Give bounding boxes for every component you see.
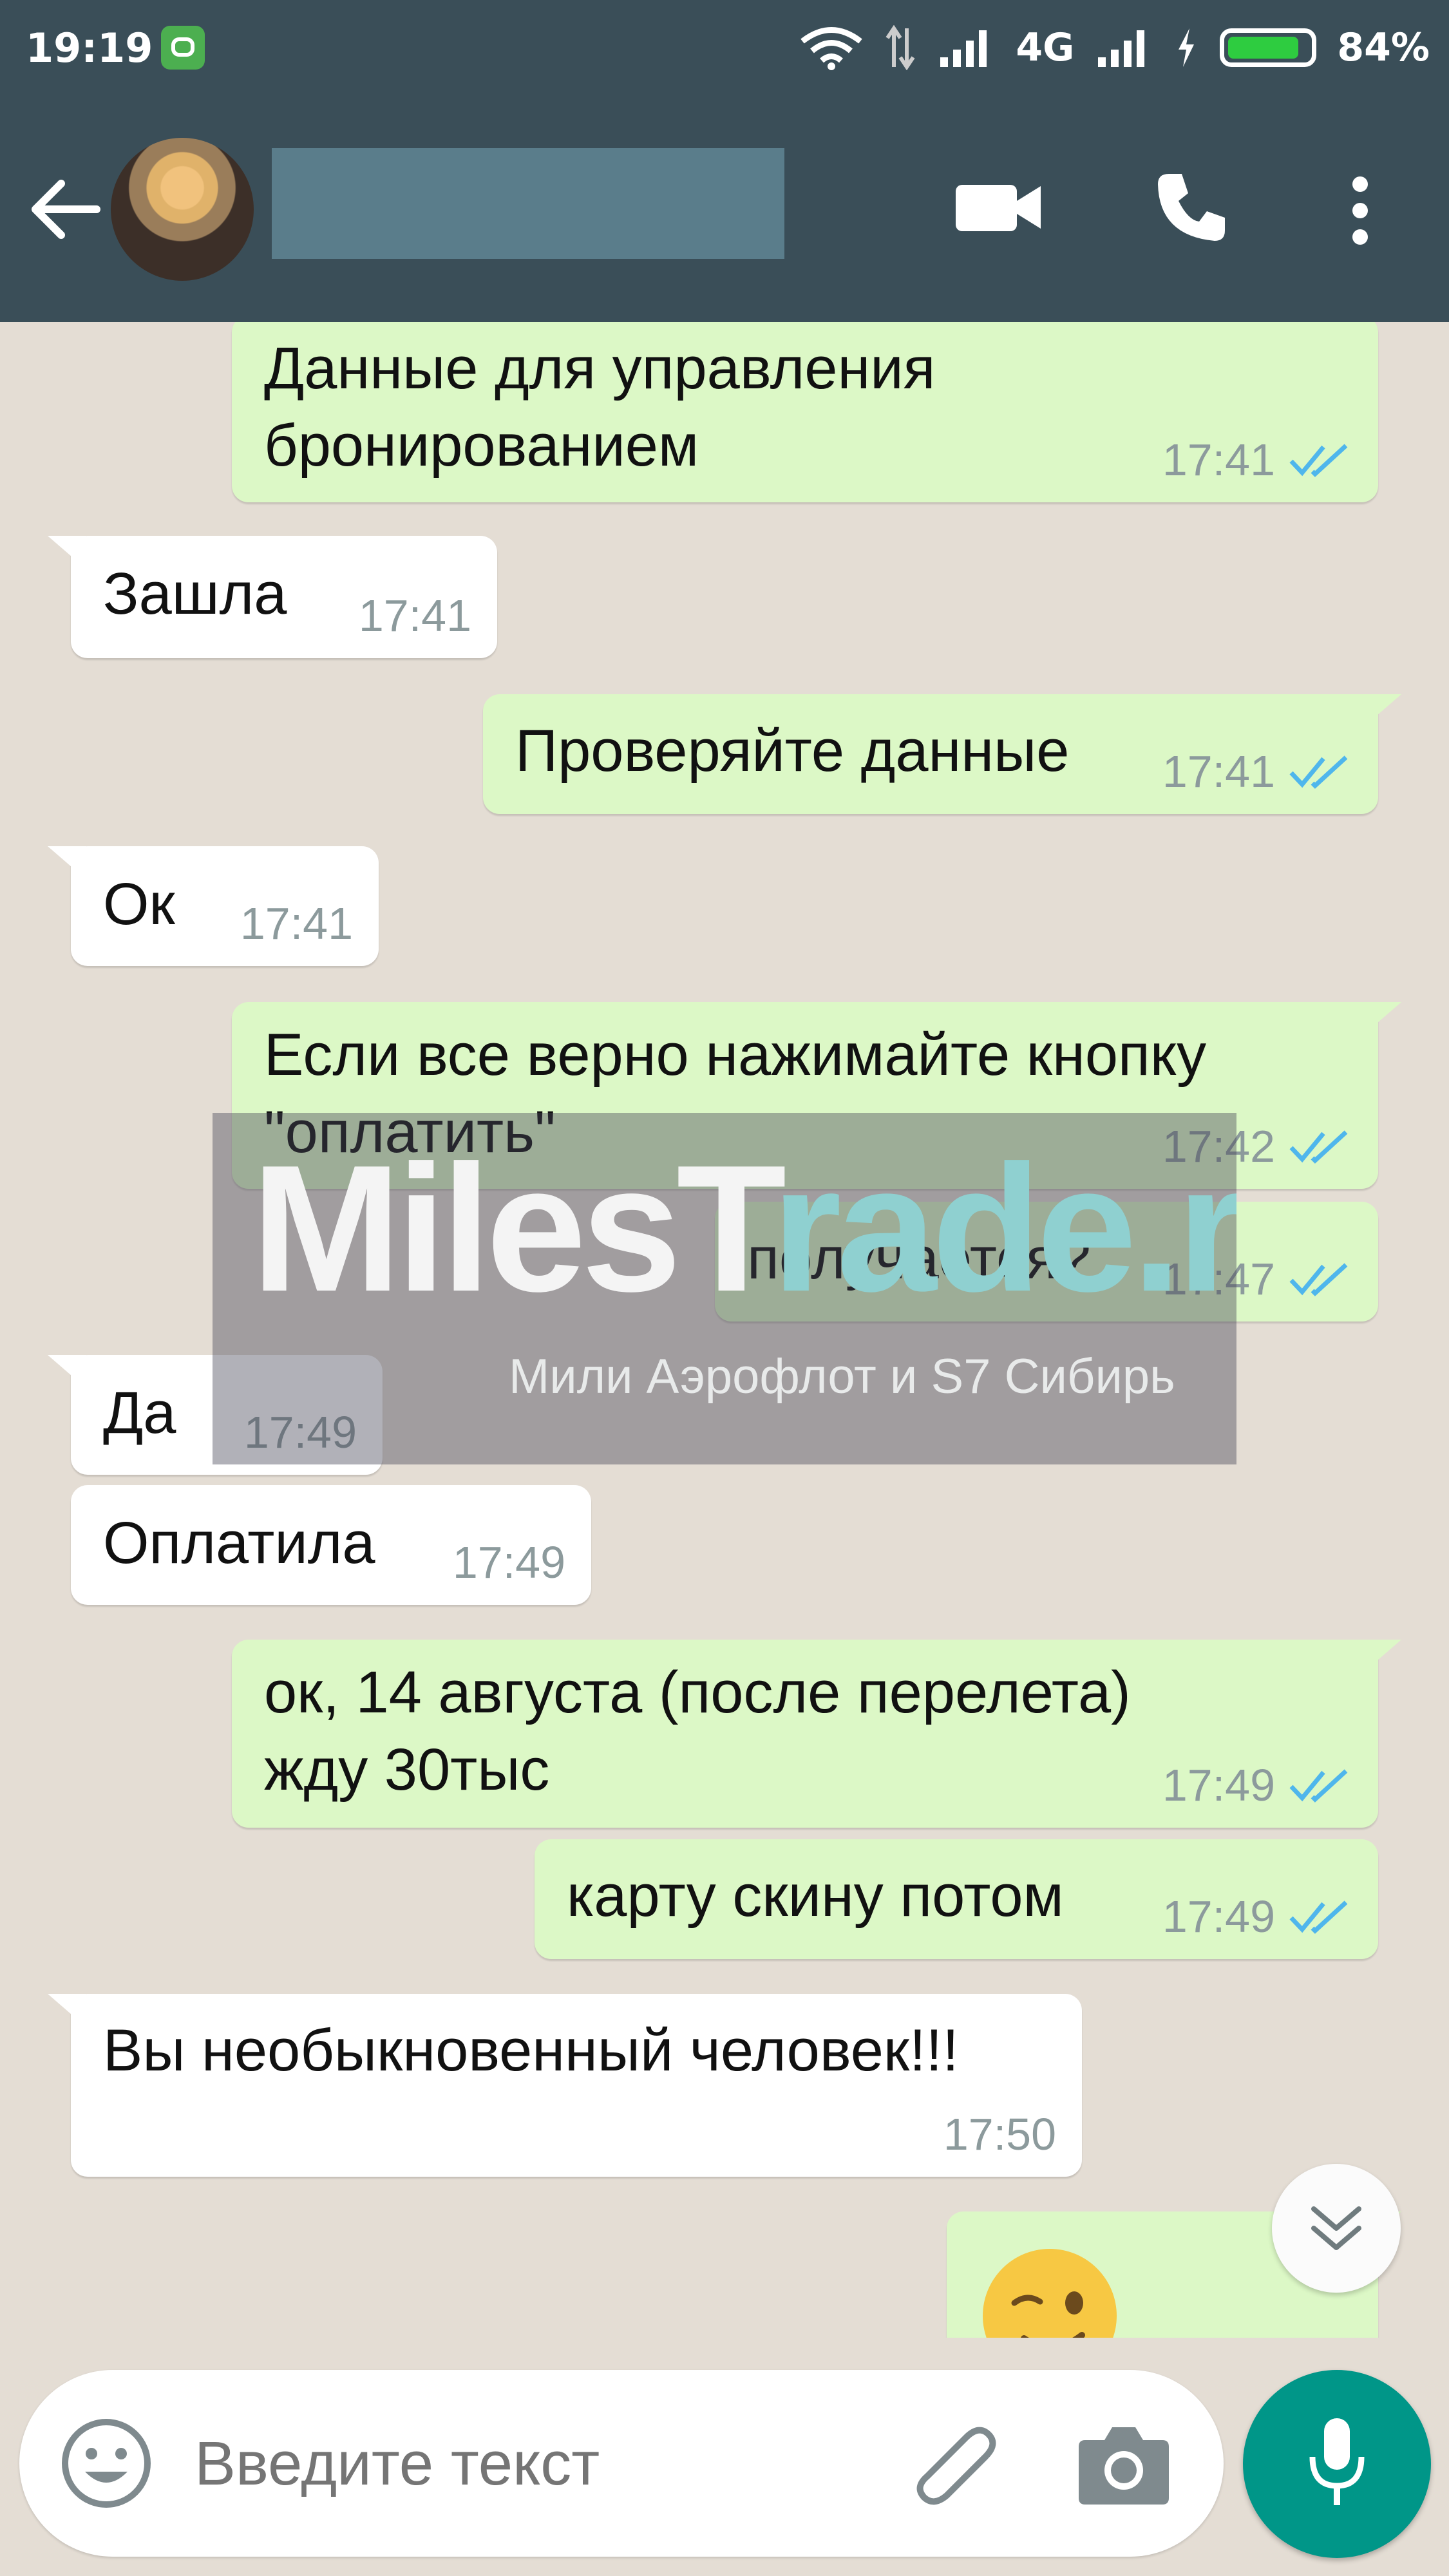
back-arrow-icon[interactable] xyxy=(26,174,103,245)
camera-icon[interactable] xyxy=(1075,2418,1172,2508)
double-check-read-icon xyxy=(1289,755,1348,789)
mic-button[interactable] xyxy=(1243,2370,1431,2558)
double-check-read-icon xyxy=(1289,1130,1348,1164)
message-time: 17:49 xyxy=(1162,1760,1275,1810)
contact-name-redacted[interactable] xyxy=(272,148,784,259)
message-text-line: Оплатила xyxy=(103,1510,375,1576)
status-icons: 4G 84% xyxy=(799,23,1430,72)
double-check-read-icon xyxy=(1289,444,1348,477)
message-time: 17:49 xyxy=(452,1537,565,1587)
attach-icon[interactable] xyxy=(908,2415,1005,2512)
signal-icon xyxy=(940,30,987,67)
message-incoming[interactable]: Зашла 17:41 xyxy=(48,536,497,658)
data-transfer-icon xyxy=(886,25,915,70)
message-text-line: Данные для управления xyxy=(264,336,936,401)
winking-face-emoji xyxy=(983,2249,1117,2338)
wifi-icon xyxy=(800,27,863,70)
network-type: 4G xyxy=(1016,25,1075,70)
message-time: 17:41 xyxy=(240,898,353,949)
message-time: 17:41 xyxy=(1162,746,1275,797)
notification-icon xyxy=(161,26,205,70)
message-text-line: Да xyxy=(103,1380,176,1446)
message-outgoing[interactable]: Проверяйте данные 17:41 xyxy=(483,694,1401,814)
watermark-tagline: Мили Аэрофлот и S7 Сибирь xyxy=(509,1349,1175,1404)
message-text-line: Зашла xyxy=(103,561,287,627)
message-outgoing[interactable]: карту скину потом 17:49 xyxy=(535,1839,1378,1959)
message-outgoing[interactable]: Данные для управления бронированием 17:4… xyxy=(232,322,1378,502)
message-input[interactable] xyxy=(193,2409,885,2519)
phone-icon[interactable] xyxy=(1153,169,1230,246)
video-call-icon[interactable] xyxy=(956,178,1043,236)
mic-icon xyxy=(1309,2418,1365,2505)
message-text-line: Если все верно нажимайте кнопку xyxy=(264,1022,1207,1088)
contact-avatar[interactable] xyxy=(111,138,254,281)
emoji-icon[interactable] xyxy=(58,2415,155,2512)
scroll-to-bottom-button[interactable] xyxy=(1272,2164,1401,2293)
message-time: 17:41 xyxy=(358,591,471,641)
watermark: MilesTrade.ru Мили Аэрофлот и S7 Сибирь xyxy=(213,1113,1236,1464)
chat-header xyxy=(0,98,1449,322)
double-check-read-icon xyxy=(1289,1900,1348,1934)
status-bar: 19:19 4G 84% xyxy=(0,0,1449,98)
more-vert-icon[interactable] xyxy=(1346,175,1374,246)
message-composer xyxy=(19,2370,1224,2557)
double-chevron-down-icon xyxy=(1311,2206,1361,2250)
message-text-line: Проверяйте данные xyxy=(515,718,1070,784)
message-time: 17:49 xyxy=(1162,1891,1275,1942)
message-incoming[interactable]: Оплатила 17:49 xyxy=(71,1485,591,1605)
battery-percent: 84% xyxy=(1337,25,1430,70)
message-incoming[interactable]: Ок 17:41 xyxy=(48,846,379,966)
message-time: 17:50 xyxy=(943,2109,1056,2159)
message-text-line: карту скину потом xyxy=(567,1863,1064,1929)
message-outgoing[interactable]: ок, 14 августа (после перелета) жду 30ты… xyxy=(232,1640,1401,1828)
status-time: 19:19 xyxy=(26,24,153,71)
message-text-line: ок, 14 августа (после перелета) xyxy=(264,1660,1131,1725)
double-check-read-icon xyxy=(1289,1263,1348,1296)
message-text-line: жду 30тыс xyxy=(264,1737,550,1803)
message-text-line: бронированием xyxy=(264,413,699,478)
message-text-line: Вы необыкновенный человек!!! xyxy=(103,2018,959,2083)
charging-icon xyxy=(1179,28,1195,67)
message-incoming[interactable]: Вы необыкновенный человек!!! 17:50 xyxy=(48,1994,1082,2177)
message-text-line: Ок xyxy=(103,871,175,937)
signal-icon-2 xyxy=(1098,30,1145,67)
battery-icon xyxy=(1220,28,1317,67)
message-time: 17:41 xyxy=(1162,435,1275,485)
double-check-read-icon xyxy=(1289,1769,1348,1803)
watermark-logo: MilesTrade.ru xyxy=(251,1128,1236,1329)
